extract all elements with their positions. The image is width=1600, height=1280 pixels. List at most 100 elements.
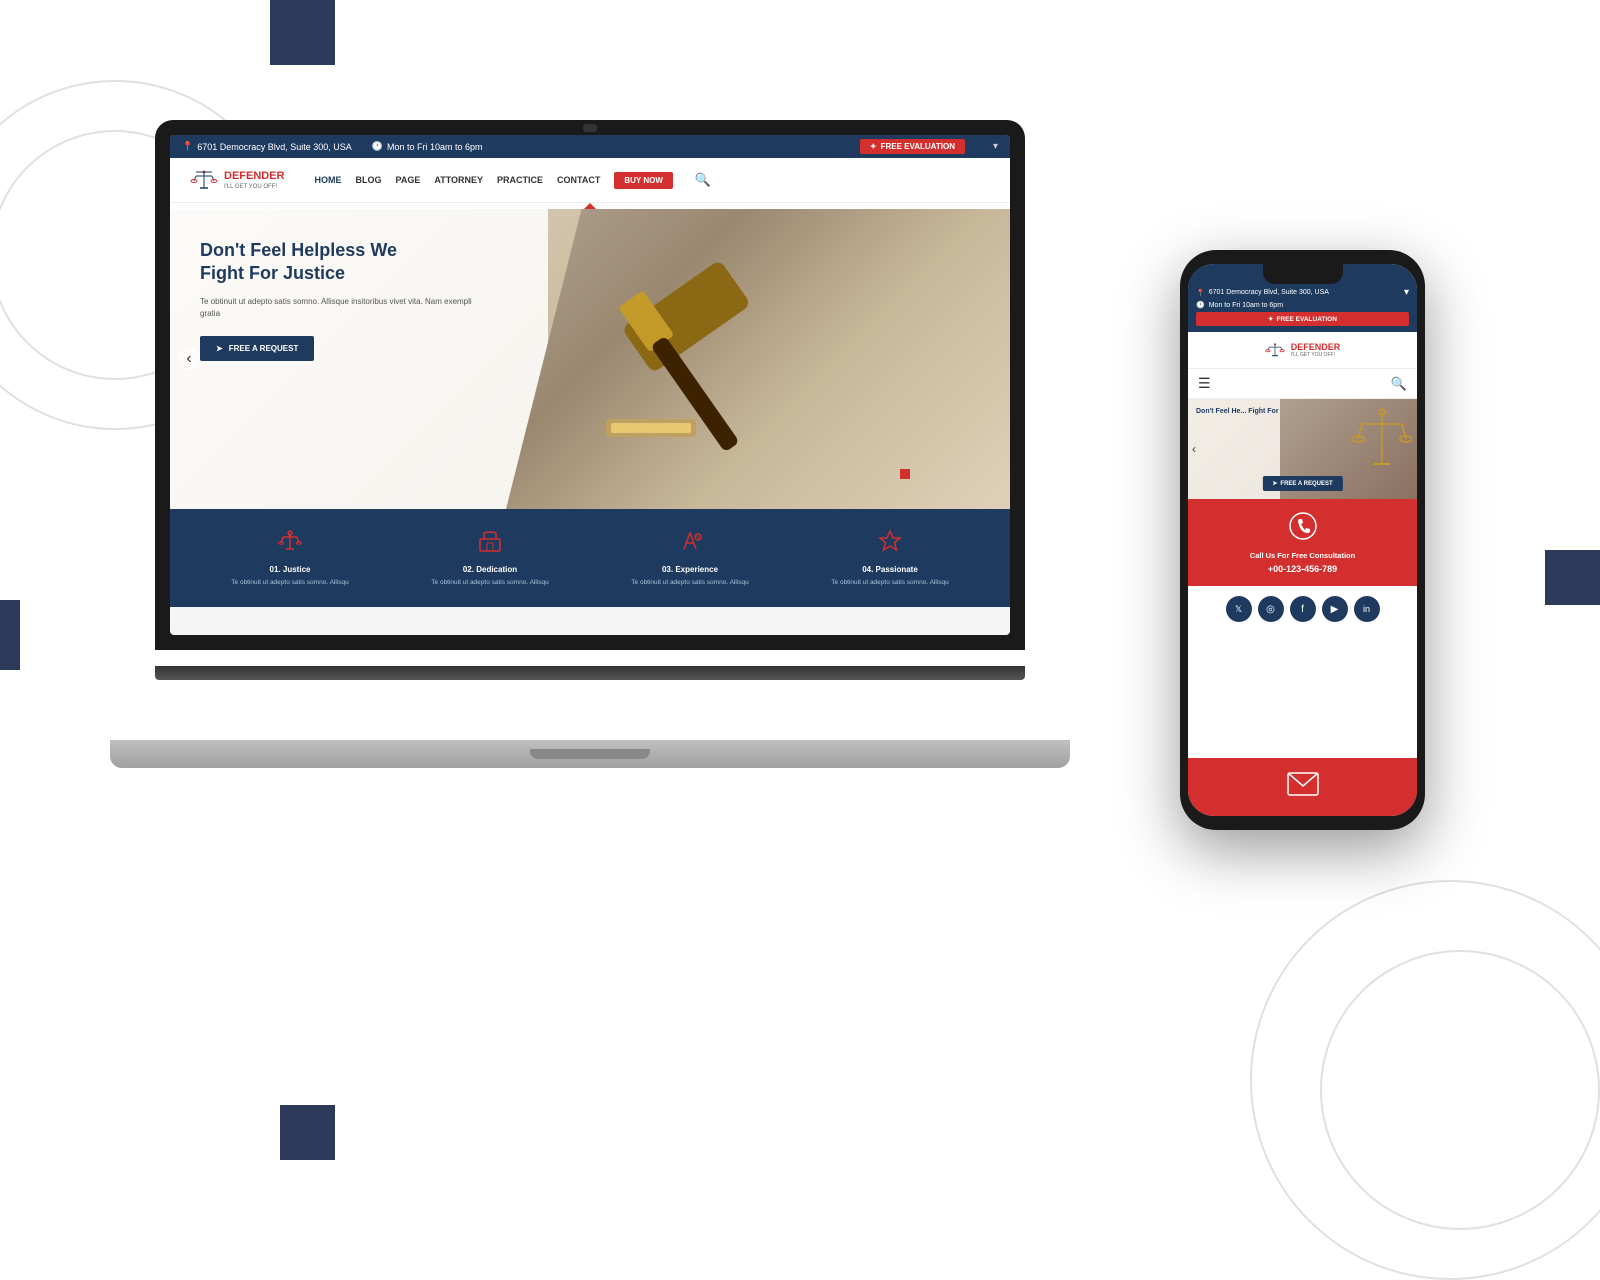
logo-text-block: DEFENDER I'LL GET YOU OFF!	[224, 170, 285, 189]
site-navbar: DEFENDER I'LL GET YOU OFF! HOME BLOG PAG…	[170, 158, 1010, 203]
feature-passionate-title: 04. Passionate	[802, 565, 978, 574]
laptop-screen: 📍 6701 Democracy Blvd, Suite 300, USA 🕐 …	[170, 135, 1010, 635]
phone-scales-hero	[1352, 404, 1412, 484]
clock-icon: 🕐	[372, 141, 383, 152]
site-nav-links: HOME BLOG PAGE ATTORNEY PRACTICE CONTACT…	[315, 172, 712, 189]
nav-practice[interactable]: PRACTICE	[497, 175, 543, 185]
topbar-cta-button[interactable]: ✦ FREE EVALUATION	[860, 139, 965, 154]
phone-topbar-cta[interactable]: ✦ FREE EVALUATION	[1196, 312, 1409, 326]
phone-hero: Don't Feel He... Fight For ‹ ➤ FREE A RE…	[1188, 399, 1417, 499]
laptop-hinge	[155, 666, 1025, 680]
nav-contact[interactable]: CONTACT	[557, 175, 600, 185]
social-linkedin-button[interactable]: in	[1354, 596, 1380, 622]
laptop: 📍 6701 Democracy Blvd, Suite 300, USA 🕐 …	[155, 120, 1025, 740]
laptop-base-notch	[530, 749, 650, 759]
location-icon: 📍	[182, 141, 193, 152]
phone-cta-label: FREE EVALUATION	[1277, 316, 1337, 323]
phone-location-icon: 📍	[1196, 289, 1205, 297]
phone-tagline: I'LL GET YOU OFF!	[1291, 352, 1341, 358]
hero-title: Don't Feel Helpless We Fight For Justice	[200, 239, 480, 286]
phone-screen: 📍 6701 Democracy Blvd, Suite 300, USA ▾ …	[1188, 264, 1417, 816]
nav-home[interactable]: HOME	[315, 175, 342, 185]
instagram-icon: ◎	[1266, 604, 1275, 615]
feature-dedication-icon	[402, 529, 578, 559]
phone-hero-cta[interactable]: ➤ FREE A REQUEST	[1262, 476, 1342, 491]
feature-passionate-icon	[802, 529, 978, 559]
feature-dedication-text: Te obtinuit ut adepto satis somno. Allis…	[402, 578, 578, 587]
laptop-notch	[583, 124, 597, 132]
phone-consult-phone: +00-123-456-789	[1200, 564, 1405, 574]
hero-cta-button[interactable]: ➤ FREE A REQUEST	[200, 336, 314, 361]
phone-brand: DEFENDER	[1291, 342, 1341, 352]
nav-attorney[interactable]: ATTORNEY	[434, 175, 483, 185]
phone-notch	[1263, 264, 1343, 284]
topbar-hours: Mon to Fri 10am to 6pm	[387, 142, 483, 152]
bg-rect-top	[270, 0, 335, 65]
site-logo: DEFENDER I'LL GET YOU OFF!	[190, 166, 285, 194]
hero-cta-icon: ➤	[216, 344, 223, 353]
circle-decorator-bottomright	[1250, 880, 1600, 1280]
nav-blog[interactable]: BLOG	[356, 175, 382, 185]
phone-consult: Call Us For Free Consultation +00-123-45…	[1188, 499, 1417, 586]
hero-body-text: Te obtinuit ut adepto satis somno. Allis…	[200, 296, 480, 320]
hero-red-dot	[900, 469, 910, 479]
email-icon	[1202, 772, 1403, 802]
feature-dedication-title: 02. Dedication	[402, 565, 578, 574]
bg-rect-bottom	[280, 1105, 335, 1160]
feature-justice: 01. Justice Te obtinuit ut adepto satis …	[202, 529, 378, 587]
phone-hero-cta-label: FREE A REQUEST	[1280, 481, 1332, 487]
hero-gavel-bg	[506, 209, 1010, 509]
phone-nav-row: ☰ 🔍	[1188, 369, 1417, 399]
topbar-cta-label: FREE EVALUATION	[881, 142, 955, 151]
hero-cta-label: FREE A REQUEST	[229, 344, 299, 353]
feature-experience-icon	[602, 529, 778, 559]
feature-experience: 03. Experience Te obtinuit ut adepto sat…	[602, 529, 778, 587]
phone-outer: 📍 6701 Democracy Blvd, Suite 300, USA ▾ …	[1180, 250, 1425, 830]
nav-buy-button[interactable]: BUY NOW	[614, 172, 673, 189]
phone-consult-icon	[1200, 511, 1405, 547]
phone-address: 6701 Democracy Blvd, Suite 300, USA	[1209, 289, 1329, 296]
circle-decorator-bottomright2	[1320, 950, 1600, 1230]
twitter-icon: 𝕏	[1235, 604, 1242, 615]
phone-email-bar[interactable]	[1188, 758, 1417, 816]
logo-tagline: I'LL GET YOU OFF!	[224, 184, 285, 190]
youtube-icon: ▶	[1331, 604, 1339, 615]
phone-topbar-hours-row: 🕐 Mon to Fri 10am to 6pm	[1196, 301, 1409, 309]
phone-consult-title: Call Us For Free Consultation	[1200, 551, 1405, 560]
phone-scales-icon	[1265, 340, 1285, 360]
phone-logo-text-block: DEFENDER I'LL GET YOU OFF!	[1291, 342, 1341, 358]
facebook-icon: f	[1301, 604, 1304, 615]
logo-brand: DEFENDER	[224, 170, 285, 183]
social-youtube-button[interactable]: ▶	[1322, 596, 1348, 622]
feature-justice-text: Te obtinuit ut adepto satis somno. Allis…	[202, 578, 378, 587]
topbar-chevron-icon[interactable]: ▾	[993, 141, 998, 152]
social-instagram-button[interactable]: ◎	[1258, 596, 1284, 622]
phone-logo-area: DEFENDER I'LL GET YOU OFF!	[1188, 332, 1417, 369]
social-twitter-button[interactable]: 𝕏	[1226, 596, 1252, 622]
phone: 📍 6701 Democracy Blvd, Suite 300, USA ▾ …	[1180, 250, 1425, 830]
site-hero: Don't Feel Helpless We Fight For Justice…	[170, 209, 1010, 509]
topbar-address-item: 📍 6701 Democracy Blvd, Suite 300, USA	[182, 141, 352, 152]
laptop-outer: 📍 6701 Democracy Blvd, Suite 300, USA 🕐 …	[155, 120, 1025, 680]
nav-search-icon[interactable]: 🔍	[695, 172, 711, 188]
hamburger-icon[interactable]: ☰	[1198, 375, 1211, 392]
nav-page[interactable]: PAGE	[396, 175, 421, 185]
phone-hero-prev-arrow[interactable]: ‹	[1192, 442, 1196, 456]
feature-dedication: 02. Dedication Te obtinuit ut adepto sat…	[402, 529, 578, 587]
social-facebook-button[interactable]: f	[1290, 596, 1316, 622]
feature-passionate: 04. Passionate Te obtinuit ut adepto sat…	[802, 529, 978, 587]
feature-experience-text: Te obtinuit ut adepto satis somno. Allis…	[602, 578, 778, 587]
phone-star-icon: ✦	[1268, 315, 1273, 323]
bg-rect-right	[1545, 550, 1600, 605]
site-topbar: 📍 6701 Democracy Blvd, Suite 300, USA 🕐 …	[170, 135, 1010, 158]
hero-prev-arrow[interactable]: ‹	[178, 348, 200, 370]
linkedin-icon: in	[1363, 604, 1370, 614]
phone-social-bar: 𝕏 ◎ f ▶ in	[1188, 586, 1417, 632]
phone-hero-text: Don't Feel He... Fight For	[1196, 407, 1279, 416]
topbar-address: 6701 Democracy Blvd, Suite 300, USA	[197, 142, 352, 152]
scales-logo-icon	[190, 166, 218, 194]
phone-search-icon[interactable]: 🔍	[1391, 376, 1407, 392]
feature-experience-title: 03. Experience	[602, 565, 778, 574]
phone-topbar: 📍 6701 Democracy Blvd, Suite 300, USA ▾ …	[1188, 284, 1417, 332]
phone-topbar-chevron-icon[interactable]: ▾	[1404, 287, 1409, 298]
